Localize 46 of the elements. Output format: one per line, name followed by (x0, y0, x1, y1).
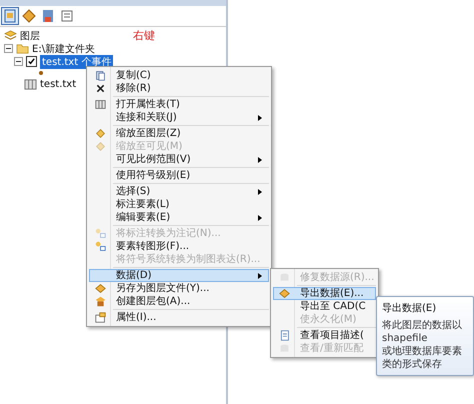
menu-item[interactable]: 导出至 CAD(C (273, 300, 376, 313)
table-label[interactable]: test.txt (40, 79, 76, 90)
clipboard-icon (94, 70, 106, 81)
menu-item[interactable]: 连接和关联(J) (89, 111, 270, 124)
document-icon (278, 330, 290, 341)
menu-item[interactable]: 标注要素(L) (89, 198, 270, 211)
menu-item[interactable]: 复制(C) (89, 69, 270, 82)
collapse-toggle[interactable] (14, 57, 23, 66)
menu-item[interactable]: 另存为图层文件(Y)... (89, 282, 270, 295)
shapes-icon (94, 228, 106, 239)
tree-root-label[interactable]: 图层 (20, 28, 40, 42)
diamond-icon (94, 141, 106, 152)
menu-item[interactable]: 可见比例范围(V) (89, 153, 270, 166)
diamond-icon (94, 128, 106, 139)
folder-icon (16, 42, 29, 55)
layer-label[interactable]: test.txt 个事件 (40, 54, 114, 68)
menu-item[interactable]: 导出数据(E)... (273, 287, 376, 300)
point-symbol-icon (38, 70, 44, 76)
annotation-text: 右键 (133, 28, 155, 43)
shapes-icon (94, 241, 106, 252)
diamond-icon[interactable] (21, 8, 37, 24)
diamond-icon (278, 288, 290, 299)
menu-item[interactable]: 使用符号级别(E) (89, 169, 270, 182)
layer-checkbox[interactable] (26, 56, 37, 67)
properties-icon (94, 312, 106, 323)
menu-item[interactable]: 打开属性表(T) (89, 98, 270, 111)
options-icon[interactable] (59, 8, 75, 24)
menu-item[interactable]: 创建图层包(A)... (89, 295, 270, 308)
menu-item[interactable]: 数据(D) (89, 269, 270, 282)
menu-item[interactable]: 属性(I)... (89, 311, 270, 324)
menu-item[interactable]: 选择(S) (89, 185, 270, 198)
close-icon (94, 83, 106, 94)
table-icon (24, 78, 37, 91)
layers-icon[interactable] (2, 8, 18, 24)
menu-item[interactable]: 移除(R) (89, 82, 270, 95)
folder-label[interactable]: E:\新建文件夹 (32, 42, 96, 56)
menu-item[interactable]: 缩放至图层(Z) (89, 127, 270, 140)
tooltip-text: 将此图层的数据以 shapefile 或地理数据库要素类的形式保存 (382, 319, 463, 371)
table-icon (94, 99, 106, 110)
menu-item[interactable]: 编辑要素(E) (89, 211, 270, 224)
tooltip-title: 导出数据(E) (382, 302, 438, 315)
package-icon (94, 296, 106, 307)
menu-item[interactable]: 要素转图形(F)... (89, 240, 270, 253)
menu-item[interactable]: 查看项目描述( (273, 329, 376, 342)
layers-icon (4, 29, 17, 42)
collapse-toggle[interactable] (4, 44, 13, 53)
